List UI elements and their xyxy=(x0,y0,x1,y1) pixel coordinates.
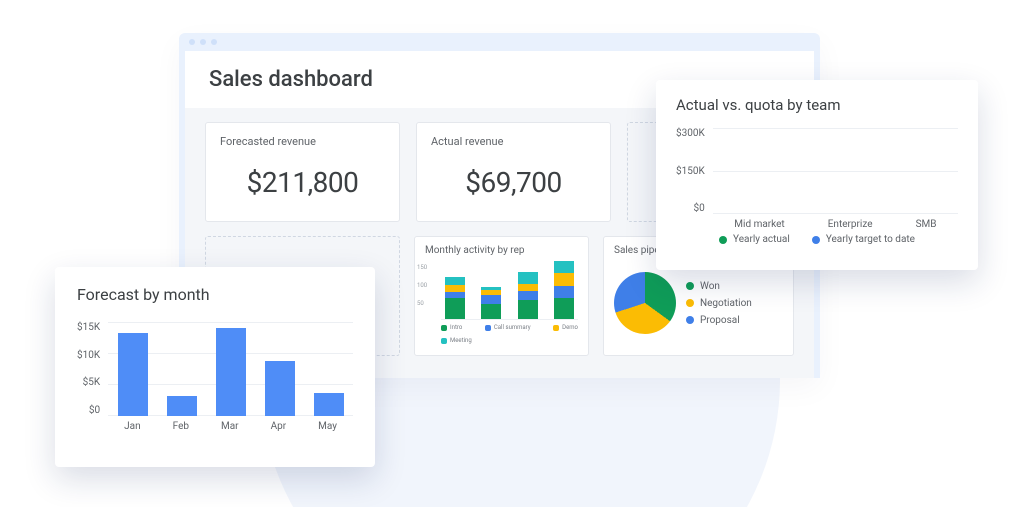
bars xyxy=(108,322,353,416)
kpi-value: $211,800 xyxy=(220,166,385,199)
pie-chart xyxy=(614,272,676,334)
y-axis-ticks: 150 100 50 xyxy=(417,259,427,313)
kpi-label: Actual revenue xyxy=(431,135,596,148)
kpi-forecasted-revenue[interactable]: Forecasted revenue $211,800 xyxy=(205,122,400,222)
window-controls xyxy=(189,39,217,45)
widget-monthly-activity[interactable]: Monthly activity by rep 150 100 50 Intro… xyxy=(414,236,589,356)
kpi-label: Forecasted revenue xyxy=(220,135,385,148)
card-title: Actual vs. quota by team xyxy=(676,96,958,114)
kpi-actual-revenue[interactable]: Actual revenue $69,700 xyxy=(416,122,611,222)
x-axis-legend: Intro Call summary Demo Meeting xyxy=(441,324,578,344)
card-forecast-by-month[interactable]: Forecast by month $15K $10K $5K $0 Jan F… xyxy=(55,267,375,467)
chart-legend: Yearly actual Yearly target to date xyxy=(676,234,958,245)
widget-title: Monthly activity by rep xyxy=(425,245,578,256)
stacked-bars xyxy=(441,262,578,320)
kpi-value: $69,700 xyxy=(431,166,596,199)
bar-chart: $15K $10K $5K $0 Jan Feb Mar Apr May xyxy=(77,322,353,430)
card-actual-vs-quota[interactable]: Actual vs. quota by team $300K $150K $0 … xyxy=(656,80,978,270)
y-axis: $300K $150K $0 xyxy=(676,128,713,228)
card-title: Forecast by month xyxy=(77,285,353,304)
y-axis: $15K $10K $5K $0 xyxy=(77,322,108,430)
x-axis: Mid market Enterprize SMB xyxy=(713,219,958,230)
grouped-bar-chart: $300K $150K $0 Mid market Enterprize SMB xyxy=(676,128,958,228)
x-axis: Jan Feb Mar Apr May xyxy=(108,421,353,432)
grouped-bars xyxy=(713,128,958,214)
pie-legend: Won Negotiation Proposal xyxy=(686,281,752,326)
